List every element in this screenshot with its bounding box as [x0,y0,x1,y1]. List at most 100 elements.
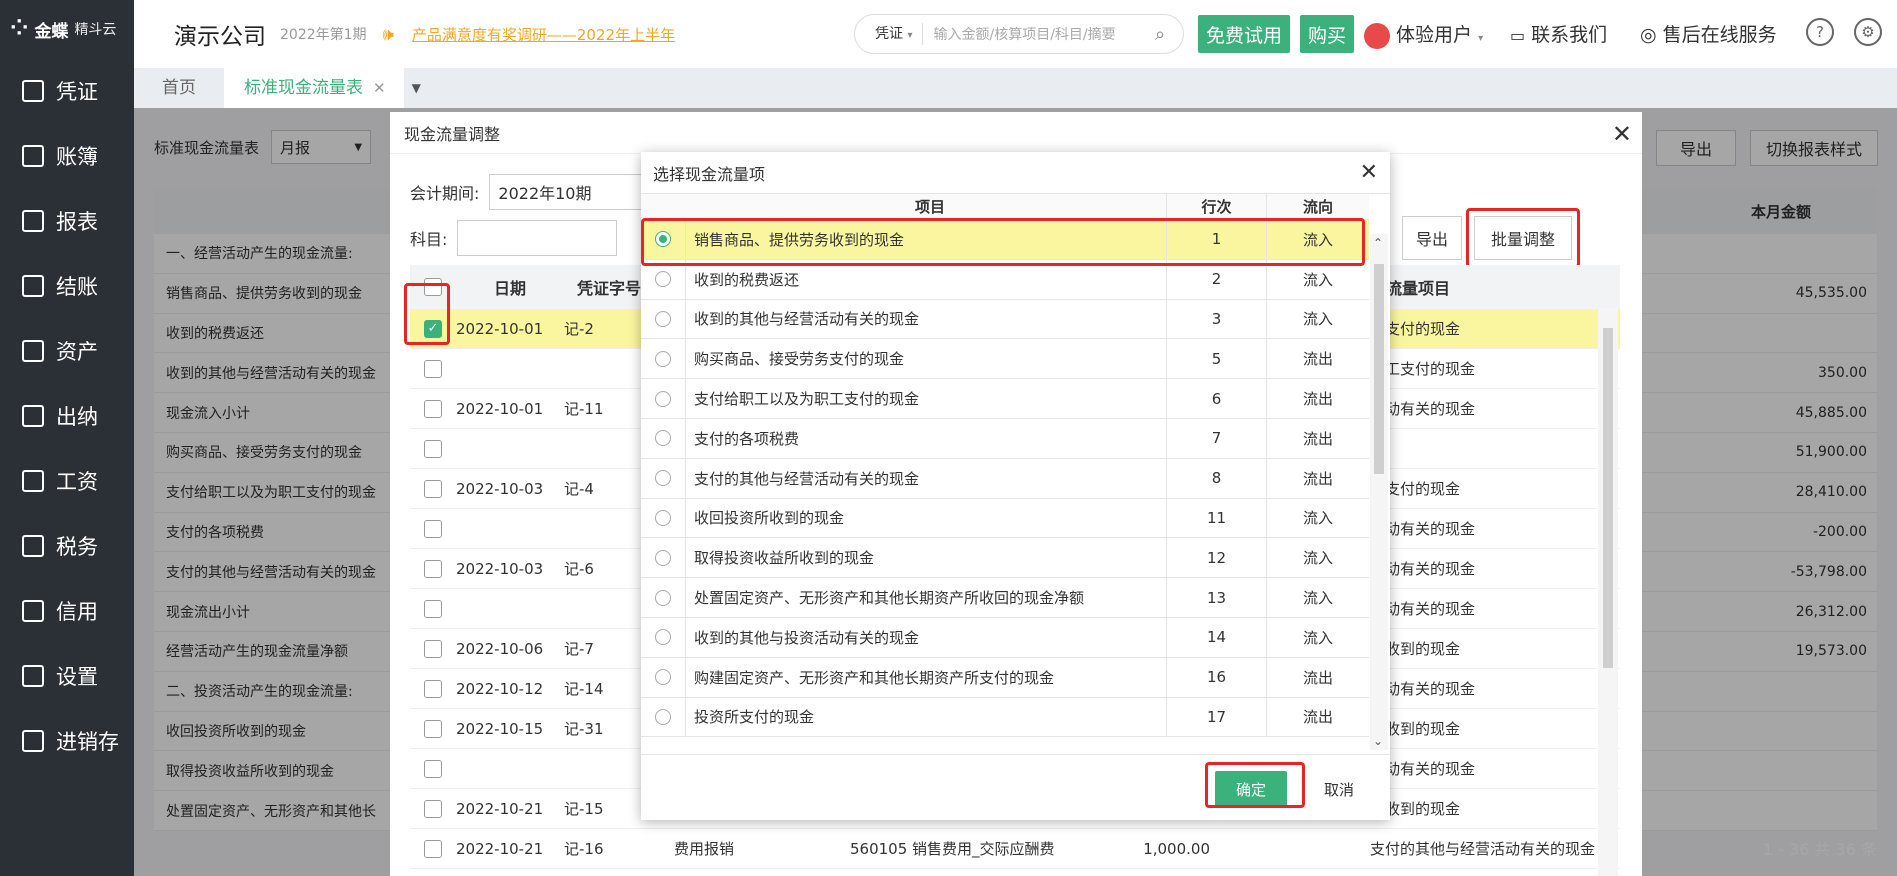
row-voucher[interactable]: 记-16 [564,838,654,859]
contact-link[interactable]: ▭ 联系我们 [1510,20,1607,47]
sidebar-item-0[interactable]: 凭证 [0,58,134,123]
sidebar-item-9[interactable]: 设置 [0,643,134,708]
sidebar-item-label: 报表 [56,209,98,234]
search-icon[interactable]: ⌕ [1155,24,1183,45]
item-line: 12 [1166,538,1266,578]
settings-gear-icon[interactable]: ⚙ [1854,18,1882,46]
list-item[interactable]: 支付的各项税费 7 流出 [641,418,1369,459]
export-button[interactable]: 导出 [1402,216,1462,260]
chevron-down-icon[interactable]: ▼ [412,68,421,108]
list-item[interactable]: 收回投资所收到的现金 11 流入 [641,498,1369,539]
sidebar-item-10[interactable]: 进销存 [0,708,134,773]
list-item[interactable]: 支付的其他与经营活动有关的现金 8 流出 [641,458,1369,499]
radio-button[interactable] [655,509,671,526]
radio-button[interactable] [655,271,671,288]
radio-button[interactable] [655,310,671,327]
scrollbar[interactable] [1598,308,1618,876]
buy-button[interactable]: 购买 [1300,15,1354,53]
row-checkbox[interactable] [424,759,442,778]
scroll-thumb[interactable] [1374,264,1384,474]
row-checkbox[interactable] [424,479,442,498]
row-checkbox[interactable] [424,399,442,418]
row-checkbox[interactable] [424,519,442,538]
col-date: 日期 [493,279,526,298]
tab-cashflow-statement[interactable]: 标准现金流量表 ✕ [224,68,404,108]
list-item[interactable]: 收到的其他与经营活动有关的现金 3 流入 [641,299,1369,340]
row-checkbox[interactable] [424,639,442,658]
item-line: 11 [1166,498,1266,538]
user-name: 体验用户 [1396,24,1473,46]
row-checkbox[interactable] [424,679,442,698]
item-name: 购买商品、接受劳务支付的现金 [694,350,905,369]
item-name: 处置固定资产、无形资产和其他长期资产所收回的现金净额 [694,589,1085,608]
period-select[interactable]: 2022年10期 [489,174,650,210]
list-item[interactable]: 购建固定资产、无形资产和其他长期资产所支付的现金 16 流出 [641,657,1369,698]
scrollbar[interactable]: ⌃ ⌄ [1370,234,1388,750]
chevron-down-icon[interactable]: ⌄ [1373,734,1383,748]
list-item[interactable]: 购买商品、接受劳务支付的现金 5 流出 [641,339,1369,380]
sidebar-item-1[interactable]: 账簿 [0,123,134,188]
scroll-thumb[interactable] [1603,328,1613,668]
ledger-icon [22,144,44,167]
radio-button[interactable] [655,708,671,725]
radio-button[interactable] [655,390,671,407]
search-box[interactable]: 凭证 ▾ 输入金额/核算项目/科目/摘要 ⌕ [854,14,1184,54]
radio-button[interactable] [655,669,671,686]
radio-button[interactable] [655,470,671,487]
survey-link[interactable]: 产品满意度有奖调研——2022年上半年 [412,24,675,45]
search-input[interactable]: 输入金额/核算项目/科目/摘要 [923,24,1155,44]
item-direction: 流入 [1266,538,1369,578]
free-trial-button[interactable]: 免费试用 [1198,15,1290,53]
company-name[interactable]: 演示公司 [174,17,266,51]
radio-button[interactable] [655,350,671,367]
row-summary: 费用报销 [674,840,735,858]
search-type-select[interactable]: 凭证 ▾ [855,23,924,45]
sidebar-item-5[interactable]: 出纳 [0,383,134,448]
table-row[interactable]: 2022-10-21 记-16 费用报销 560105 销售费用_交际应酬费 1,000… [410,829,1620,869]
row-checkbox[interactable] [424,799,442,818]
row-radio-cell [641,299,686,339]
row-checkbox[interactable] [424,599,442,618]
radio-button[interactable] [655,549,671,566]
user-menu[interactable]: 体验用户 ▾ [1364,20,1483,49]
close-icon[interactable]: ✕ [1612,120,1632,148]
chevron-up-icon[interactable]: ⌃ [1373,236,1383,250]
sidebar-item-8[interactable]: 信用 [0,578,134,643]
cashflow-item-table: 项目 行次 流向 销售商品、提供劳务收到的现金 1 流入 收到的税费返还 2 流入 收到的其… [641,194,1369,738]
sidebar-item-4[interactable]: 资产 [0,318,134,383]
cancel-button[interactable]: 取消 [1303,771,1375,807]
col-item: 项目 [914,198,945,216]
sidebar-item-7[interactable]: 税务 [0,513,134,578]
close-icon[interactable]: ✕ [1360,160,1378,185]
row-checkbox[interactable] [424,719,442,738]
subject-input[interactable] [457,220,618,256]
list-item[interactable]: 处置固定资产、无形资产和其他长期资产所收回的现金净额 13 流入 [641,578,1369,618]
row-checkbox-cell [410,519,456,538]
tab-home[interactable]: 首页 [134,68,224,108]
list-item[interactable]: 投资所支付的现金 17 流出 [641,697,1369,738]
sidebar-item-label: 资产 [56,339,98,364]
close-icon[interactable]: ✕ [373,68,386,108]
row-date: 2022-10-12 [456,679,544,698]
support-icon: ◎ [1640,24,1657,46]
logo[interactable]: ⁘ 金蝶 精斗云 [0,0,134,58]
sidebar-item-2[interactable]: 报表 [0,188,134,253]
sidebar-item-6[interactable]: 工资 [0,448,134,513]
row-checkbox[interactable] [424,559,442,578]
support-link[interactable]: ◎ 售后在线服务 [1640,20,1777,47]
radio-button[interactable] [655,629,671,646]
sidebar-item-label: 税务 [56,534,98,559]
list-item[interactable]: 收到的其他与投资活动有关的现金 14 流入 [641,617,1369,658]
sidebar-item-3[interactable]: 结账 [0,253,134,318]
row-checkbox[interactable] [424,439,442,458]
row-checkbox[interactable] [424,839,442,858]
sidebar-item-label: 账簿 [56,144,98,169]
row-checkbox[interactable] [424,359,442,378]
help-icon[interactable]: ? [1806,18,1834,46]
list-item[interactable]: 取得投资收益所收到的现金 12 流入 [641,538,1369,579]
row-subject: 560105 销售费用_交际应酬费 [850,840,1055,858]
list-item[interactable]: 支付给职工以及为职工支付的现金 6 流出 [641,379,1369,419]
item-name: 收回投资所收到的现金 [694,509,845,528]
radio-button[interactable] [655,430,671,447]
radio-button[interactable] [655,589,671,606]
